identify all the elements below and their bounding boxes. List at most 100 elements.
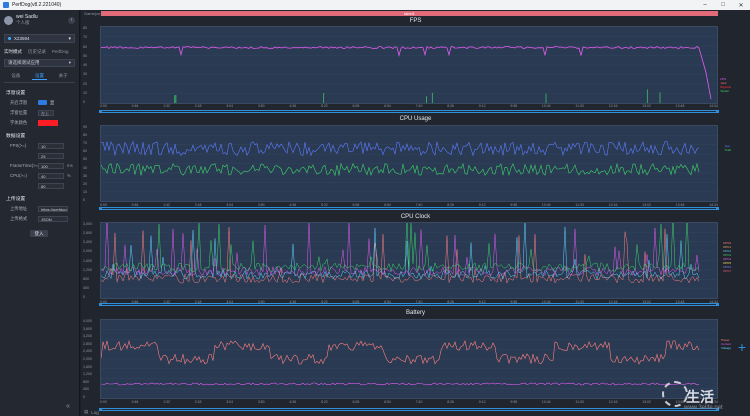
- x-tick-label: 3:50: [257, 400, 265, 404]
- watermark-url: www.3elife.net: [684, 405, 723, 411]
- legend-item[interactable]: CPU7: [723, 269, 731, 273]
- login-button[interactable]: 登入: [30, 230, 48, 237]
- y-tick-label: 400: [83, 285, 89, 290]
- x-tick-label: 2:18: [194, 400, 202, 404]
- data-settings-heading: 数据设置: [6, 134, 26, 139]
- x-tick-label: 14:34: [709, 104, 718, 108]
- y-tick-label: 2,800: [83, 341, 92, 346]
- legend-item[interactable]: Stutter: [720, 89, 731, 93]
- collapse-double-icon[interactable]: «: [66, 403, 70, 410]
- settings-tab[interactable]: 关于: [56, 73, 71, 80]
- log-icon[interactable]: ▤: [84, 409, 88, 415]
- chart-legend[interactable]: App Total: [725, 144, 731, 152]
- x-tick-label: 4:36: [289, 104, 297, 108]
- threshold-input[interactable]: 10: [38, 142, 64, 149]
- device-status-icon: [8, 37, 11, 40]
- y-tick-label: 1,200: [83, 372, 92, 377]
- x-tick-label: 13:48: [675, 104, 685, 108]
- float-position-select[interactable]: 左上: [38, 109, 54, 116]
- collapse-sidebar-icon[interactable]: ‹: [68, 16, 75, 24]
- y-tick-label: 3,600: [83, 326, 92, 331]
- chart-legend[interactable]: Power Current Voltage: [721, 338, 731, 350]
- watermark-brand: 生活: [686, 389, 714, 405]
- x-tick-label: 4:36: [289, 400, 297, 404]
- plot-area[interactable]: App Total: [100, 125, 731, 202]
- threshold-unit: ms: [67, 163, 73, 168]
- y-tick-label: 0: [83, 295, 85, 299]
- upload-url-input[interactable]: https://perfdog.q: [38, 205, 68, 212]
- avatar[interactable]: [4, 15, 13, 25]
- app-select[interactable]: 请选择测试应用 ▾: [4, 59, 75, 67]
- watermark: 生活 www.3elife.net: [662, 375, 748, 415]
- y-tick-label: 30: [83, 72, 87, 77]
- y-tick-label: 3,000: [83, 222, 92, 226]
- top-left-label: Game(ce): [84, 11, 102, 16]
- threshold-input[interactable]: 25: [38, 152, 64, 159]
- app-select-label: 请选择测试应用: [8, 60, 40, 65]
- close-icon[interactable]: ✕: [732, 2, 750, 9]
- mode-tab[interactable]: PerfDog: [52, 49, 69, 55]
- upload-format-label: 上传格式: [10, 215, 28, 221]
- x-tick-label: 2:18: [194, 104, 202, 108]
- chart-legend[interactable]: CPU0 CPU1 CPU2 CPU3 CPU4 CPU5 CPU6 CPU7: [723, 241, 731, 273]
- upload-format-select[interactable]: JSON: [38, 215, 68, 222]
- y-tick-label: 0: [83, 100, 85, 104]
- series-line: [101, 45, 712, 100]
- plot-area[interactable]: FPS Jank BigJank Stutter: [100, 26, 731, 104]
- upload-url-label: 上传地址: [10, 205, 28, 211]
- font-color-swatch[interactable]: [38, 119, 58, 126]
- time-range-slider[interactable]: [99, 303, 719, 306]
- time-range-slider[interactable]: [99, 207, 719, 210]
- x-tick-label: 7:40: [415, 400, 423, 404]
- window-title: PerfDog(v8.2.221040): [12, 2, 62, 8]
- chart-title: CPU Usage: [399, 116, 432, 122]
- x-tick-label: 0:00: [100, 400, 107, 404]
- x-tick-label: 1:32: [163, 104, 170, 108]
- legend-item[interactable]: Total: [725, 148, 731, 152]
- add-icon[interactable]: +: [738, 339, 746, 355]
- x-tick-label: 0:46: [131, 104, 139, 108]
- legend-item[interactable]: Voltage: [721, 346, 731, 350]
- plot-area[interactable]: CPU0 CPU1 CPU2 CPU3 CPU4 CPU5 CPU6 CPU7: [100, 222, 731, 299]
- maximize-icon[interactable]: □: [714, 2, 732, 9]
- font-color-label: 字体颜色: [10, 119, 28, 125]
- x-tick-label: 13:02: [642, 104, 651, 108]
- chart-title: Battery: [405, 310, 425, 316]
- y-tick-label: 2,000: [83, 249, 92, 254]
- mode-tab[interactable]: 历史记录: [28, 49, 46, 55]
- chart-legend[interactable]: FPS Jank BigJank Stutter: [720, 77, 731, 93]
- y-tick-label: 1,600: [83, 364, 92, 369]
- y-tick-label: 400: [83, 387, 89, 392]
- float-enable-toggle[interactable]: [38, 100, 47, 105]
- x-tick-label: 6:08: [352, 104, 360, 108]
- x-tick-label: 6:54: [384, 400, 391, 404]
- float-settings-heading: 浮窗设置: [6, 91, 26, 96]
- device-select[interactable]: X23594 ▾: [4, 34, 75, 43]
- settings-tab[interactable]: 设置: [31, 73, 47, 80]
- float-enable-value: 显: [50, 99, 55, 105]
- chart-title: CPU Clock: [400, 214, 431, 220]
- chevron-down-icon: ▾: [68, 60, 71, 65]
- threshold-input[interactable]: 100: [38, 162, 64, 169]
- log-label[interactable]: Log: [91, 410, 99, 415]
- time-range-slider[interactable]: [99, 110, 719, 113]
- y-tick-label: 10: [83, 189, 87, 194]
- y-tick-label: 20: [83, 81, 87, 86]
- y-tick-label: 20: [83, 181, 87, 186]
- plot-area[interactable]: Power Current Voltage: [100, 319, 731, 399]
- x-axis: 0:00 0:46 1:32 2:18 3:04 3:50 4:36 5:22 6:08 6:54…: [100, 104, 718, 108]
- y-tick-label: 10: [83, 90, 87, 95]
- x-tick-label: 11:30: [575, 400, 584, 404]
- minimize-icon[interactable]: –: [696, 2, 714, 9]
- y-tick-label: 50: [83, 53, 87, 58]
- x-tick-label: 6:08: [352, 400, 360, 404]
- settings-tab[interactable]: 设备: [8, 73, 23, 80]
- main-area: Game(ce) label1 FPS 80 70 60 50 40 30 20 10 0 FPS J…: [81, 10, 750, 416]
- threshold-input[interactable]: 80: [38, 182, 64, 189]
- chart-title: FPS: [409, 18, 422, 24]
- series-line: [101, 382, 700, 386]
- threshold-input[interactable]: 40: [38, 172, 64, 179]
- label-bar[interactable]: label1: [101, 11, 718, 16]
- mode-tab[interactable]: 实时模式: [4, 49, 22, 55]
- x-tick-label: 10:44: [541, 104, 551, 108]
